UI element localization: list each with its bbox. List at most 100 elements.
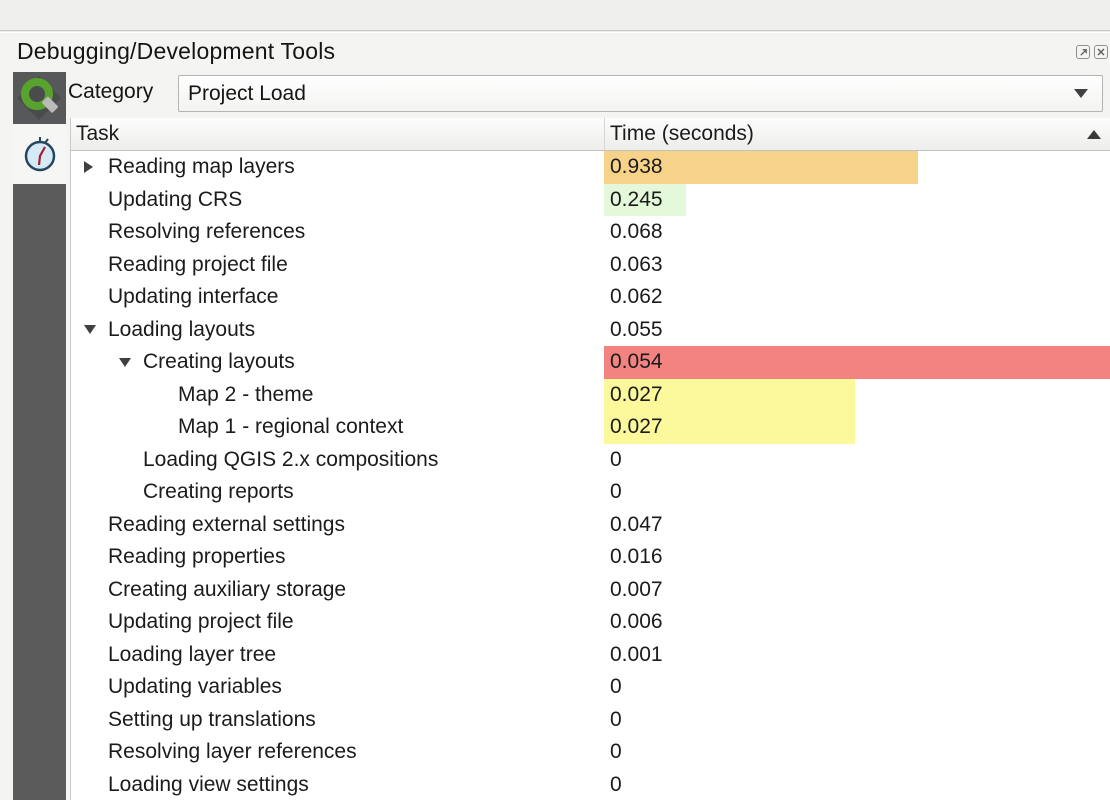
task-label: Resolving references [108, 220, 305, 244]
task-cell: Setting up translations [71, 704, 604, 737]
time-cell: 0.068 [604, 216, 1110, 249]
task-column-header[interactable]: Task [71, 118, 604, 150]
close-icon [1097, 48, 1105, 56]
task-cell: Loading QGIS 2.x compositions [71, 444, 604, 477]
task-row[interactable]: Updating variables 0 [71, 671, 1110, 704]
task-row[interactable]: Loading layouts0.055 [71, 314, 1110, 347]
time-cell: 0 [604, 444, 1110, 477]
task-row[interactable]: Creating reports 0 [71, 476, 1110, 509]
time-column-label: Time (seconds) [610, 122, 754, 146]
task-row[interactable]: Resolving references 0.068 [71, 216, 1110, 249]
task-cell: Resolving references [71, 216, 604, 249]
category-select[interactable]: Project Load [178, 75, 1103, 112]
task-row[interactable]: Reading external settings 0.047 [71, 509, 1110, 542]
task-label: Setting up translations [108, 708, 316, 732]
time-cell: 0.007 [604, 574, 1110, 607]
task-row[interactable]: Reading map layers 0.938 [71, 151, 1110, 184]
task-row[interactable]: Reading properties0.016 [71, 541, 1110, 574]
task-row[interactable]: Setting up translations 0 [71, 704, 1110, 737]
task-row[interactable]: Updating CRS0.245 [71, 184, 1110, 217]
time-value: 0 [604, 736, 1110, 769]
time-value: 0.068 [604, 216, 1110, 249]
time-cell: 0 [604, 476, 1110, 509]
task-label: Reading map layers [108, 155, 295, 179]
task-label: Map 2 - theme [178, 383, 313, 407]
task-label: Resolving layer references [108, 740, 357, 764]
toolbar-area [0, 0, 1110, 31]
task-cell: Reading project file [71, 249, 604, 282]
tool-tab-strip [13, 184, 66, 800]
time-value: 0.245 [604, 184, 1110, 217]
time-value: 0.063 [604, 249, 1110, 282]
task-label: Loading QGIS 2.x compositions [143, 448, 438, 472]
task-row[interactable]: Loading layer tree0.001 [71, 639, 1110, 672]
time-cell: 0 [604, 769, 1110, 800]
task-label: Reading external settings [108, 513, 345, 537]
time-value: 0 [604, 444, 1110, 477]
task-row[interactable]: Loading QGIS 2.x compositions 0 [71, 444, 1110, 477]
task-row[interactable]: Updating interface0.062 [71, 281, 1110, 314]
time-cell: 0.027 [604, 379, 1110, 412]
time-cell: 0.055 [604, 314, 1110, 347]
time-value: 0.938 [604, 151, 1110, 184]
task-label: Map 1 - regional context [178, 415, 403, 439]
task-label: Creating reports [143, 480, 294, 504]
time-cell: 0 [604, 704, 1110, 737]
expand-icon[interactable] [84, 161, 108, 173]
task-row[interactable]: Reading project file0.063 [71, 249, 1110, 282]
task-label: Loading layer tree [108, 643, 276, 667]
task-cell: Creating auxiliary storage [71, 574, 604, 607]
task-cell: Updating interface [71, 281, 604, 314]
time-cell: 0.027 [604, 411, 1110, 444]
task-cell: Loading layer tree [71, 639, 604, 672]
task-label: Creating auxiliary storage [108, 578, 346, 602]
time-cell: 0 [604, 736, 1110, 769]
task-cell: Reading map layers [71, 151, 604, 184]
collapse-icon[interactable] [119, 358, 143, 367]
task-row[interactable]: Resolving layer references 0 [71, 736, 1110, 769]
float-icon [1079, 48, 1088, 57]
task-column-label: Task [76, 122, 119, 146]
category-label: Category [68, 80, 153, 104]
task-row[interactable]: Loading view settings0 [71, 769, 1110, 800]
task-cell: Creating layouts [71, 346, 604, 379]
time-value: 0.054 [604, 346, 1110, 379]
task-row[interactable]: Updating project file0.006 [71, 606, 1110, 639]
time-value: 0 [604, 671, 1110, 704]
time-value: 0.027 [604, 379, 1110, 412]
time-value: 0.027 [604, 411, 1110, 444]
task-cell: Reading properties [71, 541, 604, 574]
time-value: 0 [604, 704, 1110, 737]
task-cell: Creating reports [71, 476, 604, 509]
time-cell: 0.006 [604, 606, 1110, 639]
time-value: 0.062 [604, 281, 1110, 314]
time-cell: 0.938 [604, 151, 1110, 184]
task-cell: Updating variables [71, 671, 604, 704]
time-cell: 0.054 [604, 346, 1110, 379]
task-tree: Reading map layers 0.938Updating CRS0.245… [71, 151, 1110, 800]
close-panel-button[interactable] [1094, 45, 1108, 59]
profiler-tab[interactable] [13, 124, 66, 184]
collapse-icon[interactable] [84, 325, 108, 334]
profiler-clock-icon [21, 135, 59, 173]
time-cell: 0.062 [604, 281, 1110, 314]
float-panel-button[interactable] [1076, 45, 1090, 59]
sort-ascending-icon [1087, 130, 1101, 139]
task-row[interactable]: Creating layouts0.054 [71, 346, 1110, 379]
task-cell: Updating CRS [71, 184, 604, 217]
time-cell: 0.047 [604, 509, 1110, 542]
task-label: Updating variables [108, 675, 282, 699]
time-column-header[interactable]: Time (seconds) [604, 118, 1110, 150]
qgis-logo-icon [13, 72, 66, 124]
profiler-tree-table: Task Time (seconds) Reading map layers 0.… [70, 118, 1110, 800]
qgis-window: Debugging/Development Tools Category Pro… [0, 0, 1110, 800]
time-cell: 0 [604, 671, 1110, 704]
task-cell: Loading layouts [71, 314, 604, 347]
category-selected-value: Project Load [179, 82, 1074, 106]
time-cell: 0.016 [604, 541, 1110, 574]
task-row[interactable]: Map 1 - regional context 0.027 [71, 411, 1110, 444]
time-value: 0.006 [604, 606, 1110, 639]
task-row[interactable]: Creating auxiliary storage 0.007 [71, 574, 1110, 607]
task-row[interactable]: Map 2 - theme 0.027 [71, 379, 1110, 412]
task-cell: Updating project file [71, 606, 604, 639]
